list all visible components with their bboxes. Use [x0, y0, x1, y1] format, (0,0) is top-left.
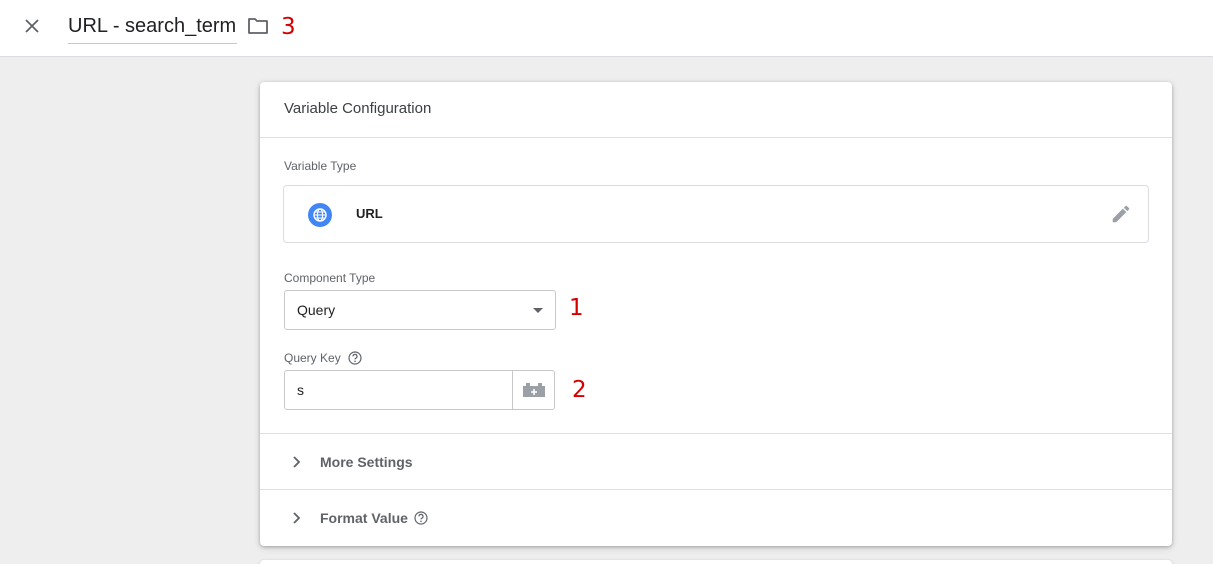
query-key-value: s: [297, 382, 304, 398]
top-bar: URL - search_term 3: [0, 0, 1213, 57]
more-settings-section[interactable]: More Settings: [260, 433, 1172, 489]
card-title: Variable Configuration: [284, 100, 432, 117]
more-settings-label: More Settings: [320, 454, 413, 470]
variable-name-field[interactable]: URL - search_term: [68, 12, 238, 44]
card-header: Variable Configuration: [260, 82, 1172, 138]
edit-pencil-icon[interactable]: [1110, 203, 1132, 225]
query-key-label: Query Key: [284, 351, 341, 365]
chevron-right-icon: [293, 512, 301, 524]
variable-picker-icon: [522, 383, 545, 397]
chevron-right-icon: [293, 456, 301, 468]
variable-type-selector[interactable]: URL: [283, 185, 1149, 243]
format-value-section[interactable]: Format Value: [260, 489, 1172, 546]
component-type-value: Query: [297, 302, 336, 318]
query-key-help-icon[interactable]: [348, 351, 362, 365]
query-key-input[interactable]: s: [284, 370, 555, 410]
next-card-edge: [260, 560, 1172, 564]
format-value-help-icon[interactable]: [414, 511, 428, 525]
annotation-2: 2: [572, 377, 587, 403]
format-value-label: Format Value: [320, 510, 408, 526]
dropdown-caret-icon: [533, 308, 543, 313]
annotation-1: 1: [569, 295, 584, 321]
insert-variable-button[interactable]: [512, 371, 554, 409]
close-icon: [25, 19, 39, 33]
variable-type-name: URL: [356, 206, 383, 221]
annotation-3: 3: [281, 14, 296, 40]
variable-configuration-card: Variable Configuration Variable Type URL…: [260, 82, 1172, 546]
folder-icon: [248, 18, 268, 34]
globe-icon: [308, 203, 332, 227]
component-type-select[interactable]: Query: [284, 290, 556, 330]
variable-type-label: Variable Type: [284, 159, 357, 173]
component-type-label: Component Type: [284, 271, 376, 285]
close-button[interactable]: [18, 12, 46, 40]
folder-button[interactable]: [246, 14, 270, 38]
